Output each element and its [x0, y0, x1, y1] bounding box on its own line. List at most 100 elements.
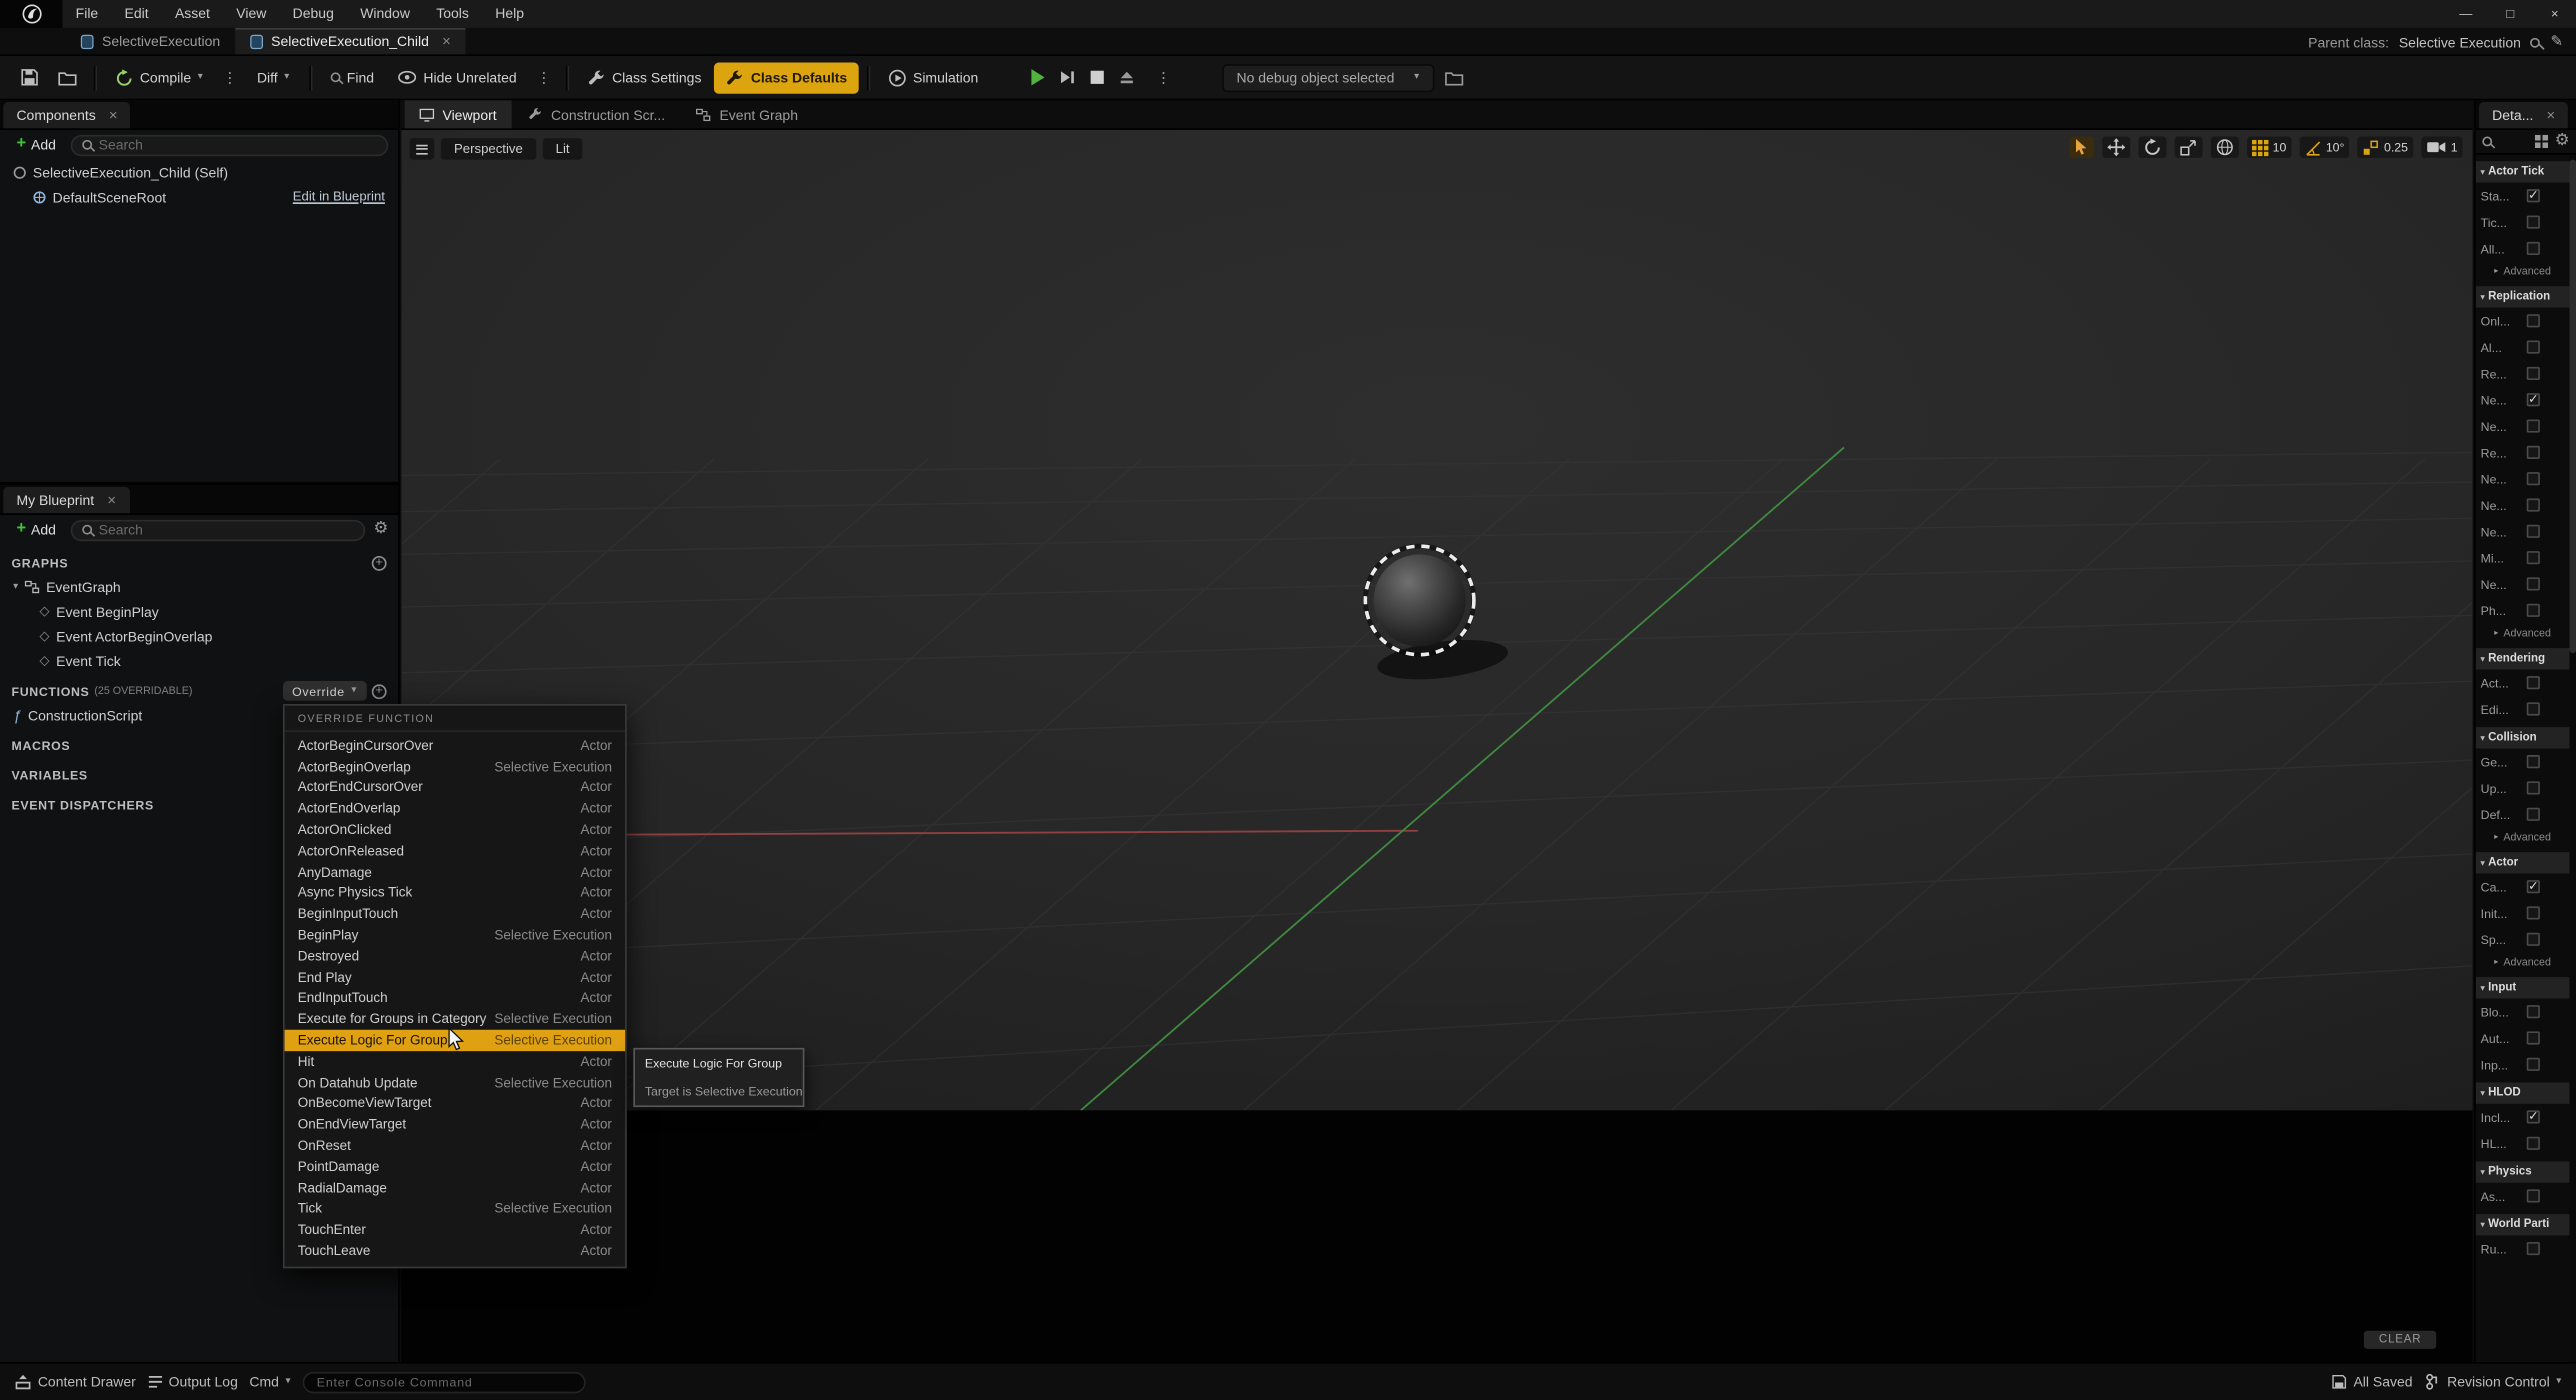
- checkbox[interactable]: ✓: [2527, 189, 2540, 202]
- close-icon[interactable]: ×: [107, 492, 116, 508]
- my-blueprint-search[interactable]: [71, 519, 366, 540]
- unreal-logo-icon[interactable]: [0, 0, 63, 28]
- menu-view[interactable]: View: [223, 0, 279, 28]
- override-menu-item[interactable]: End PlayActor: [285, 967, 626, 988]
- gear-icon[interactable]: ⚙: [373, 521, 388, 537]
- advanced-expander[interactable]: ▸Advanced: [2476, 952, 2570, 972]
- checkbox[interactable]: [2527, 472, 2540, 485]
- override-menu-item[interactable]: Async Physics TickActor: [285, 883, 626, 904]
- eventgraph-item[interactable]: ▾ EventGraph: [0, 574, 398, 599]
- advanced-expander[interactable]: ▸Advanced: [2476, 262, 2570, 282]
- close-icon[interactable]: ×: [442, 33, 451, 49]
- parent-class-value[interactable]: Selective Execution: [2399, 34, 2521, 50]
- revision-control-dropdown[interactable]: Revision Control ▾: [2424, 1374, 2561, 1390]
- move-tool-icon[interactable]: [2102, 137, 2130, 158]
- menu-edit[interactable]: Edit: [111, 0, 161, 28]
- details-section-physics[interactable]: ▾Physics: [2476, 1161, 2570, 1182]
- details-section-actor-tick[interactable]: ▾Actor Tick: [2476, 161, 2570, 182]
- stop-button[interactable]: [1090, 71, 1103, 84]
- checkbox[interactable]: [2527, 906, 2540, 919]
- window-close-icon[interactable]: ×: [2546, 7, 2562, 22]
- sphere-actor[interactable]: [1374, 554, 1466, 646]
- grid-snap-toggle[interactable]: 10: [2246, 137, 2291, 158]
- component-root-item[interactable]: SelectiveExecution_Child (Self): [0, 160, 398, 185]
- override-menu-item[interactable]: OnBecomeViewTargetActor: [285, 1093, 626, 1114]
- override-menu-item[interactable]: TouchEnterActor: [285, 1219, 626, 1240]
- rotate-tool-icon[interactable]: [2138, 137, 2166, 158]
- components-search-input[interactable]: [99, 137, 377, 153]
- save-icon[interactable]: [12, 63, 48, 93]
- chevron-down-icon[interactable]: ▾: [13, 581, 18, 593]
- save-status[interactable]: All Saved: [2330, 1374, 2412, 1390]
- checkbox[interactable]: [2527, 498, 2540, 511]
- window-minimize-icon[interactable]: —: [2458, 7, 2474, 22]
- tab-viewport[interactable]: Viewport: [405, 100, 512, 128]
- checkbox[interactable]: [2527, 1242, 2540, 1255]
- override-menu-item[interactable]: HitActor: [285, 1051, 626, 1072]
- details-section-actor[interactable]: ▾Actor: [2476, 852, 2570, 873]
- console-command-field[interactable]: [302, 1371, 585, 1392]
- checkbox[interactable]: [2527, 1137, 2540, 1150]
- override-menu-item[interactable]: EndInputTouchActor: [285, 988, 626, 1009]
- class-defaults-button[interactable]: Class Defaults: [715, 62, 859, 93]
- add-graph-icon[interactable]: +: [372, 555, 387, 570]
- checkbox[interactable]: [2527, 808, 2540, 821]
- browse-debug-object-icon[interactable]: [1436, 63, 1472, 91]
- simulation-button[interactable]: Simulation: [877, 62, 990, 93]
- details-section-rendering[interactable]: ▾Rendering: [2476, 648, 2570, 669]
- checkbox[interactable]: ✓: [2527, 393, 2540, 406]
- override-menu-item[interactable]: On Datahub UpdateSelective Execution: [285, 1072, 626, 1093]
- advanced-expander[interactable]: ▸Advanced: [2476, 827, 2570, 847]
- tab-details[interactable]: Deta... ×: [2479, 102, 2568, 128]
- functions-section-header[interactable]: FUNCTIONS (25 OVERRIDABLE) Override ▾ +: [0, 679, 398, 702]
- frame-skip-button[interactable]: [1059, 69, 1075, 85]
- checkbox[interactable]: [2527, 551, 2540, 564]
- override-menu-item[interactable]: TickSelective Execution: [285, 1198, 626, 1219]
- tab-selective-execution[interactable]: SelectiveExecution: [66, 28, 235, 54]
- checkbox[interactable]: [2527, 1058, 2540, 1071]
- tab-event-graph[interactable]: Event Graph: [682, 100, 813, 128]
- class-settings-button[interactable]: Class Settings: [576, 62, 713, 93]
- cmd-dropdown[interactable]: Cmd ▾: [249, 1374, 290, 1390]
- world-coordinate-icon[interactable]: [2210, 137, 2238, 158]
- details-settings-icon[interactable]: ⚙: [2555, 133, 2570, 149]
- advanced-expander[interactable]: ▸Advanced: [2476, 623, 2570, 643]
- checkbox[interactable]: [2527, 577, 2540, 590]
- viewport-3d[interactable]: Perspective Lit: [401, 130, 2472, 1110]
- scale-snap-toggle[interactable]: 0.25: [2358, 137, 2413, 158]
- override-menu-item[interactable]: OnEndViewTargetActor: [285, 1114, 626, 1135]
- compile-options-kebab-icon[interactable]: ⋮: [216, 68, 244, 86]
- lit-button[interactable]: Lit: [543, 138, 583, 159]
- override-menu-item[interactable]: ActorBeginOverlapSelective Execution: [285, 756, 626, 777]
- tab-construction-script[interactable]: Construction Scr...: [513, 100, 680, 128]
- eject-button[interactable]: [1118, 69, 1134, 85]
- display-filter-icon[interactable]: [2535, 135, 2548, 148]
- checkbox[interactable]: [2527, 755, 2540, 768]
- override-menu-item[interactable]: PointDamageActor: [285, 1156, 626, 1177]
- add-function-icon[interactable]: +: [372, 683, 387, 698]
- checkbox[interactable]: [2527, 446, 2540, 459]
- override-menu-item[interactable]: ActorEndCursorOverActor: [285, 777, 626, 798]
- edit-parent-class-icon[interactable]: ✎: [2550, 33, 2562, 51]
- checkbox[interactable]: ✓: [2527, 1110, 2540, 1123]
- details-search-icon[interactable]: [2482, 137, 2492, 147]
- clear-button[interactable]: CLEAR: [2364, 1331, 2436, 1349]
- details-section-hlod[interactable]: ▾HLOD: [2476, 1082, 2570, 1103]
- override-dropdown-button[interactable]: Override ▾: [282, 681, 367, 701]
- checkbox[interactable]: [2527, 242, 2540, 255]
- console-command-input[interactable]: [317, 1374, 570, 1389]
- checkbox[interactable]: [2527, 314, 2540, 327]
- my-blueprint-search-input[interactable]: [99, 521, 354, 537]
- checkbox[interactable]: [2527, 215, 2540, 228]
- compile-button[interactable]: Compile ▾: [104, 62, 215, 93]
- event-beginplay-item[interactable]: ◇ Event BeginPlay: [0, 599, 398, 624]
- override-menu-item[interactable]: BeginPlaySelective Execution: [285, 925, 626, 946]
- tab-components[interactable]: Components ×: [3, 102, 130, 128]
- checkbox[interactable]: [2527, 702, 2540, 715]
- camera-speed-control[interactable]: 1: [2421, 137, 2462, 158]
- add-component-button[interactable]: + Add: [10, 135, 63, 155]
- event-tick-item[interactable]: ◇ Event Tick: [0, 648, 398, 673]
- output-log-button[interactable]: Output Log: [147, 1374, 238, 1390]
- perspective-button[interactable]: Perspective: [441, 138, 536, 159]
- details-section-input[interactable]: ▾Input: [2476, 977, 2570, 998]
